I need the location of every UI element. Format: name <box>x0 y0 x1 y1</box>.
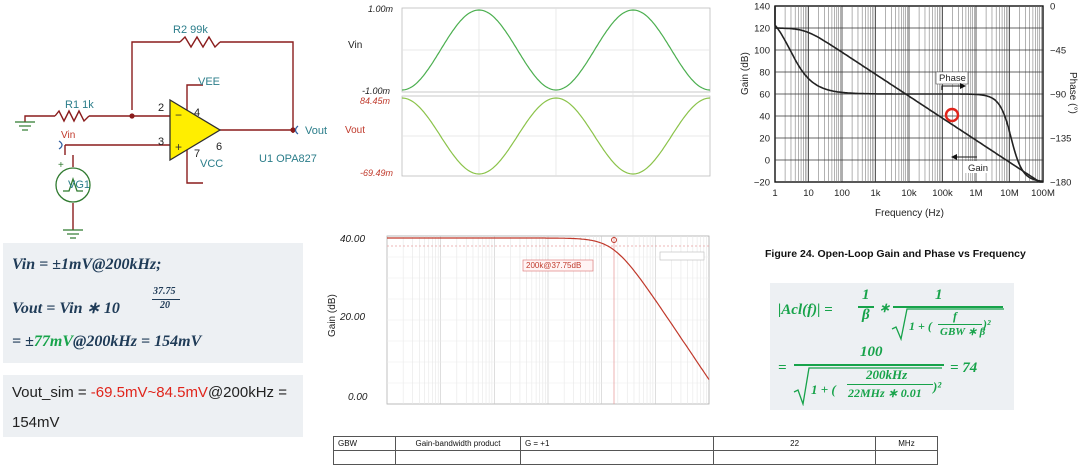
vin-label: Vin <box>61 130 75 141</box>
ol-phase-tick: 0 <box>1050 2 1055 13</box>
equation-result-green: 77mV <box>33 333 74 350</box>
pin6-label: 6 <box>216 141 222 153</box>
ol-gain-tick: 80 <box>759 68 770 79</box>
acl-times: ∗ <box>879 300 890 315</box>
acl-under: 1 + ( <box>909 319 932 333</box>
opamp-minus: − <box>175 108 182 122</box>
ol-freq-tick: 100k <box>932 188 953 199</box>
opamp-plus: + <box>175 140 182 154</box>
pin4-label: 4 <box>194 107 200 119</box>
ol-gain-tick: 40 <box>759 112 770 123</box>
opamp-label: U1 OPA827 <box>259 153 317 165</box>
r1-label: R1 1k <box>65 99 94 111</box>
ac-ylabel: Gain (dB) <box>327 294 338 337</box>
gbw-cell-value: 22 <box>713 436 876 451</box>
equation-result: = ±77mV@200kHz = 154mV <box>12 333 202 350</box>
ol-gain-tick: 140 <box>754 2 770 13</box>
acl-lhs: |Acl(f)| = <box>778 302 833 318</box>
sim-result-line2: 154mV <box>12 414 60 431</box>
tran-vout-label: Vout <box>345 125 365 136</box>
equation-vin: Vin = ±1mV@200kHz; <box>12 256 162 273</box>
circuit-schematic: − + + R2 99k R1 1k VEE VCC U1 OPA827 VG1… <box>15 24 327 239</box>
tran-vin-top: 1.00m <box>368 4 394 14</box>
tran-vin-bottom: -1.00m <box>362 86 391 96</box>
ol-freq-tick: 10M <box>1000 188 1019 199</box>
ol-gain-tick: 120 <box>754 24 770 35</box>
pin3-label: 3 <box>158 136 164 148</box>
ol-freq-tick: 10 <box>803 188 814 199</box>
ac-y-top: 40.00 <box>340 234 365 245</box>
ol-gain-annot: Gain <box>968 163 988 174</box>
ol-phase-annot: Phase <box>939 73 966 84</box>
acl-one-a: 1 <box>862 287 870 303</box>
acl-200k: 200kHz <box>866 367 908 382</box>
equation-exp-num: 37.75 <box>153 286 176 297</box>
gbw-table: GBW Gain-bandwidth product G = +1 22 MHz <box>333 436 938 465</box>
ol-freq-tick: 1k <box>870 188 880 199</box>
acl-sq: )² <box>983 317 991 331</box>
ol-gain-tick: 0 <box>765 156 770 167</box>
ol-y2label: Phase (°) <box>1067 72 1078 114</box>
ol-gain-tick: 20 <box>759 134 770 145</box>
ac-y-bottom: 0.00 <box>348 392 368 403</box>
ol-phase-tick: −90 <box>1050 90 1066 101</box>
ol-phase-tick: −180 <box>1050 178 1071 189</box>
acl-22m: 22MHz ∗ 0.01 <box>848 386 922 400</box>
ac-gain-plot: 40.00 20.00 0.00 Gain (dB) 200k@37.75dB <box>327 234 710 405</box>
ol-gain-tick: 100 <box>754 46 770 57</box>
figure-caption: Figure 24. Open-Loop Gain and Phase vs F… <box>765 248 1026 260</box>
ol-gain-tick: 60 <box>759 90 770 101</box>
open-loop-chart: 140 120 100 80 60 40 20 0 −20 0 −45 −90 −135 −180 1 1… <box>740 2 1078 220</box>
vg1-plus: + <box>58 160 64 171</box>
acl-eq2: = <box>778 360 787 376</box>
sim-result-line1: Vout_sim = -69.5mV~84.5mV@200kHz = <box>12 384 287 401</box>
ol-freq-tick: 1 <box>772 188 777 199</box>
acl-beta: β <box>862 307 870 323</box>
ol-freq-tick: 100M <box>1031 188 1055 199</box>
tran-vin-label: Vin <box>348 40 362 51</box>
ol-phase-tick: −45 <box>1050 46 1066 57</box>
ol-ylabel: Gain (dB) <box>740 52 751 95</box>
gbw-cell-param: GBW <box>333 436 396 451</box>
tran-vout-top: 84.45m <box>360 96 391 106</box>
acl-result: = 74 <box>950 360 978 376</box>
tran-vout-bottom: -69.49m <box>360 168 394 178</box>
vg1-label: VG1 <box>68 179 90 191</box>
transient-plot: Vin Vout 1.00m -1.00m 84.45m -69.49m <box>345 4 711 178</box>
ol-freq-tick: 10k <box>901 188 917 199</box>
acl-one-b: 1 <box>935 287 943 303</box>
gbw-cell-desc: Gain-bandwidth product <box>394 436 521 451</box>
equation-vout-lead: Vout = Vin ∗ 10 <box>12 300 120 317</box>
equation-exp-den: 20 <box>160 300 170 311</box>
gbw-cell-cond: G = +1 <box>519 436 715 451</box>
ac-marker-label: 200k@37.75dB <box>526 261 581 270</box>
ol-freq-tick: 1M <box>969 188 982 199</box>
ol-freq-tick: 100 <box>834 188 850 199</box>
acl-f: f <box>953 309 957 323</box>
ol-xlabel: Frequency (Hz) <box>875 208 944 219</box>
pin2-label: 2 <box>158 102 164 114</box>
r2-label: R2 99k <box>173 24 208 36</box>
acl-hundred: 100 <box>860 344 883 360</box>
acl-gbwb: GBW ∗ β <box>940 326 986 338</box>
acl-sq2: )² <box>933 379 942 394</box>
vout-label: Vout <box>305 125 327 137</box>
ac-y-mid: 20.00 <box>339 312 365 323</box>
gbw-cell-unit: MHz <box>875 436 938 451</box>
pin7-label: 7 <box>194 148 200 160</box>
ol-phase-tick: −135 <box>1050 134 1071 145</box>
vee-label: VEE <box>198 76 220 88</box>
ol-gain-tick: −20 <box>754 178 770 189</box>
acl-under2: 1 + ( <box>811 382 836 397</box>
sim-result-range: -69.5mV~84.5mV <box>90 384 208 401</box>
vcc-label: VCC <box>200 158 223 170</box>
